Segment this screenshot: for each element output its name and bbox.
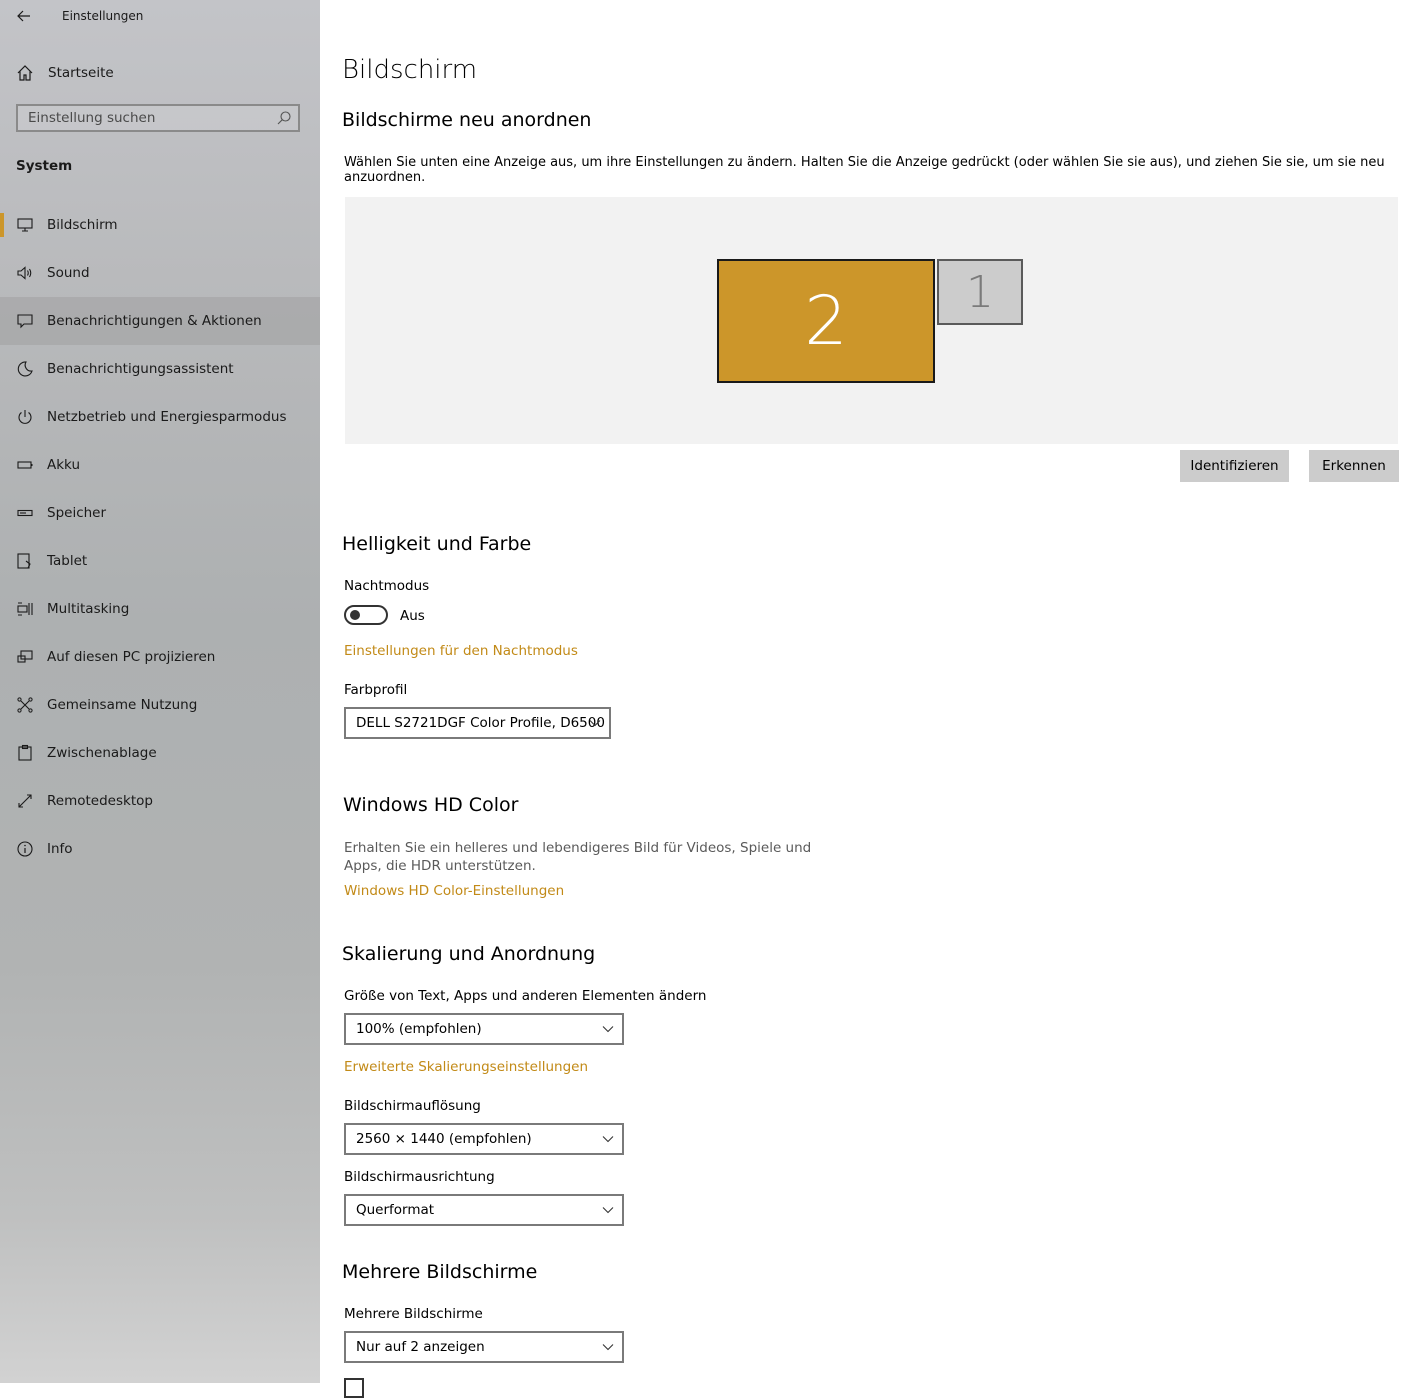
search-input[interactable] [18, 106, 288, 130]
sidebar-item-projizieren[interactable]: Auf diesen PC projizieren [0, 633, 320, 681]
sidebar-item-info[interactable]: Info [0, 825, 320, 873]
share-icon [17, 697, 33, 713]
sidebar-item-label: Benachrichtigungsassistent [47, 361, 234, 377]
sidebar-item-label: Speicher [47, 505, 107, 521]
arrange-heading: Bildschirme neu anordnen [342, 109, 592, 131]
color-profile-dropdown[interactable]: DELL S2721DGF Color Profile, D6500 [344, 707, 611, 739]
tablet-icon [17, 553, 31, 569]
night-mode-state: Aus [400, 608, 425, 624]
monitor-1[interactable]: 1 [937, 259, 1023, 325]
night-mode-toggle[interactable] [344, 605, 388, 625]
title-bar: Einstellungen [0, 0, 320, 34]
main-content: Bildschirm Bildschirme neu anordnen Wähl… [320, 0, 1408, 1398]
home-link[interactable]: Startseite [0, 55, 320, 91]
sidebar-item-speicher[interactable]: Speicher [0, 489, 320, 537]
back-arrow-icon [17, 10, 30, 22]
back-button[interactable] [14, 6, 34, 26]
sidebar-item-netzbetrieb[interactable]: Netzbetrieb und Energiesparmodus [0, 393, 320, 441]
scaling-size-label: Größe von Text, Apps und anderen Element… [344, 988, 707, 1004]
section-label-system: System [16, 158, 73, 174]
sidebar-item-label: Bildschirm [47, 217, 118, 233]
sidebar-item-zwischenablage[interactable]: Zwischenablage [0, 729, 320, 777]
brightness-heading: Helligkeit und Farbe [342, 533, 532, 555]
dropdown-value: 2560 × 1440 (empfohlen) [356, 1131, 532, 1147]
storage-icon [17, 509, 33, 517]
dropdown-value: 100% (empfohlen) [356, 1021, 482, 1037]
sidebar-item-label: Zwischenablage [47, 745, 157, 761]
remote-desktop-icon [18, 794, 32, 808]
project-icon [17, 650, 33, 663]
chevron-down-icon [602, 1136, 614, 1143]
sidebar-item-label: Auf diesen PC projizieren [47, 649, 216, 665]
hdr-heading: Windows HD Color [343, 794, 519, 816]
selected-indicator [0, 213, 4, 237]
monitor-icon [17, 218, 33, 232]
sidebar-item-benachrichtigungen[interactable]: Benachrichtigungen & Aktionen [0, 297, 320, 345]
clipboard-icon [18, 744, 32, 761]
detect-button[interactable]: Erkennen [1309, 450, 1399, 482]
night-mode-settings-link[interactable]: Einstellungen für den Nachtmodus [344, 643, 578, 659]
battery-icon [17, 461, 33, 469]
sidebar-item-akku[interactable]: Akku [0, 441, 320, 489]
sidebar-item-label: Benachrichtigungen & Aktionen [47, 313, 262, 329]
toggle-knob [350, 610, 360, 620]
sidebar-item-benachrichtigungsassistent[interactable]: Benachrichtigungsassistent [0, 345, 320, 393]
display-arrangement-area[interactable]: 2 1 [345, 197, 1398, 444]
orientation-label: Bildschirmausrichtung [344, 1169, 495, 1185]
search-icon[interactable] [276, 110, 292, 126]
sidebar-item-label: Multitasking [47, 601, 130, 617]
chevron-down-icon [602, 1344, 614, 1351]
sidebar-item-label: Netzbetrieb und Energiesparmodus [47, 409, 287, 425]
hdr-description-line1: Erhalten Sie ein helleres und lebendiger… [344, 840, 812, 856]
identify-button[interactable]: Identifizieren [1180, 450, 1289, 482]
chevron-down-icon [602, 1026, 614, 1033]
page-title: Bildschirm [342, 55, 478, 85]
sidebar-item-label: Akku [47, 457, 81, 473]
scaling-size-dropdown[interactable]: 100% (empfohlen) [344, 1013, 624, 1045]
moon-icon [17, 361, 33, 377]
sidebar-item-label: Gemeinsame Nutzung [47, 697, 198, 713]
checkbox[interactable] [344, 1378, 364, 1398]
hdr-settings-link[interactable]: Windows HD Color-Einstellungen [344, 883, 564, 899]
sidebar-item-label: Info [47, 841, 73, 857]
sidebar-item-sound[interactable]: Sound [0, 249, 320, 297]
multitasking-icon [17, 602, 33, 616]
scaling-heading: Skalierung und Anordnung [342, 943, 596, 965]
dropdown-value: DELL S2721DGF Color Profile, D6500 [356, 715, 605, 731]
sidebar-nav: Bildschirm Sound Benachrichtigungen & Ak… [0, 201, 320, 873]
app-title: Einstellungen [62, 9, 144, 23]
hdr-description-line2: Apps, die HDR unterstützen. [344, 858, 536, 874]
sidebar-item-gemeinsame-nutzung[interactable]: Gemeinsame Nutzung [0, 681, 320, 729]
chevron-down-icon [589, 720, 601, 727]
dropdown-value: Querformat [356, 1202, 435, 1218]
resolution-label: Bildschirmauflösung [344, 1098, 481, 1114]
monitor-2[interactable]: 2 [717, 259, 935, 383]
color-profile-label: Farbprofil [344, 682, 408, 698]
search-box[interactable] [16, 104, 300, 132]
home-icon [17, 65, 33, 81]
multiple-displays-label: Mehrere Bildschirme [344, 1306, 483, 1322]
sidebar: Einstellungen Startseite System Bildschi… [0, 0, 320, 1383]
resolution-dropdown[interactable]: 2560 × 1440 (empfohlen) [344, 1123, 624, 1155]
dropdown-value: Nur auf 2 anzeigen [356, 1339, 485, 1355]
notification-icon [17, 314, 33, 329]
info-icon [17, 841, 33, 857]
home-label: Startseite [48, 65, 114, 81]
multiple-displays-heading: Mehrere Bildschirme [342, 1261, 538, 1283]
arrange-description: Wählen Sie unten eine Anzeige aus, um ih… [344, 155, 1385, 185]
multiple-displays-dropdown[interactable]: Nur auf 2 anzeigen [344, 1331, 624, 1363]
sidebar-item-bildschirm[interactable]: Bildschirm [0, 201, 320, 249]
sidebar-item-label: Sound [47, 265, 90, 281]
night-mode-label: Nachtmodus [344, 578, 430, 594]
orientation-dropdown[interactable]: Querformat [344, 1194, 624, 1226]
sidebar-item-tablet[interactable]: Tablet [0, 537, 320, 585]
advanced-scaling-link[interactable]: Erweiterte Skalierungseinstellungen [344, 1059, 588, 1075]
sidebar-item-remotedesktop[interactable]: Remotedesktop [0, 777, 320, 825]
speaker-icon [17, 266, 32, 280]
sidebar-item-label: Remotedesktop [47, 793, 153, 809]
power-icon [18, 410, 32, 424]
sidebar-item-multitasking[interactable]: Multitasking [0, 585, 320, 633]
sidebar-item-label: Tablet [47, 553, 88, 569]
chevron-down-icon [602, 1207, 614, 1214]
